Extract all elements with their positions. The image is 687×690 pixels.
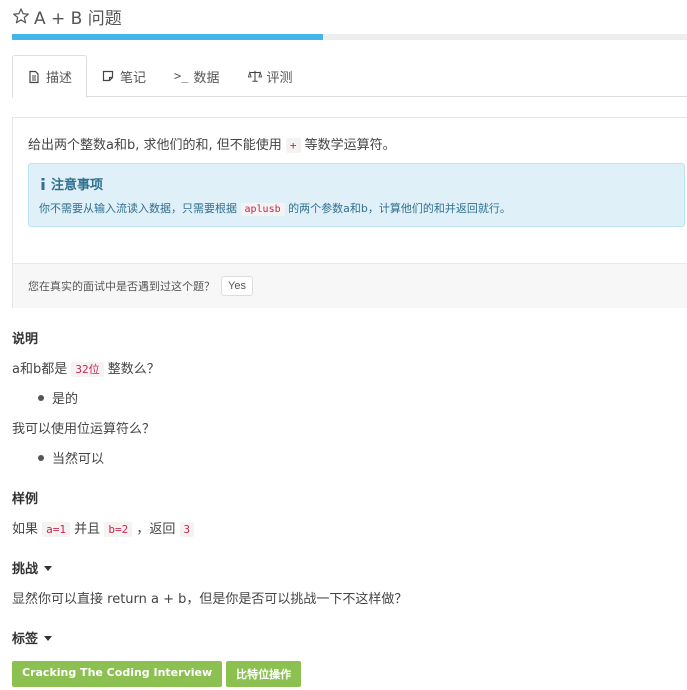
bullet-icon <box>38 454 44 461</box>
note-icon <box>102 70 114 82</box>
tab-data[interactable]: >_ 数据 <box>160 55 233 97</box>
explanation-a2: 当然可以 <box>38 448 104 467</box>
operator-code: + <box>285 138 301 153</box>
section-heading: 样例 <box>12 492 39 507</box>
text: 整数么？ <box>107 362 160 377</box>
tab-label: 描述 <box>46 71 73 86</box>
progress-fill <box>12 34 323 40</box>
problem-title: A + B 问题 <box>34 8 122 29</box>
terminal-icon: >_ <box>174 69 189 83</box>
document-icon <box>29 70 39 83</box>
tab-bar: 描述 笔记 >_ 数据 评测 <box>12 55 687 98</box>
explanation-q2: 我可以使用位运算符么？ <box>12 422 156 437</box>
text: 如果 <box>12 522 39 537</box>
text: 当然可以 <box>52 452 105 467</box>
text: a和b都是 <box>12 362 68 377</box>
notice-title: 注意事项 <box>39 174 103 193</box>
section-heading: 说明 <box>12 332 39 347</box>
tab-label: 评测 <box>266 70 293 86</box>
page-header: A + B 问题 <box>12 4 122 29</box>
notice-body: 你不需要从输入流读入数据，只需要根据 aplusb 的两个参数a和b，计算他们的… <box>39 200 511 216</box>
statement-text: 给出两个整数a和b, 求他们的和, 但不能使用 <box>28 138 282 153</box>
interview-question: 您在真实的面试中是否遇到过这个题？ <box>28 280 215 293</box>
scale-icon <box>247 70 262 82</box>
interview-prompt: 您在真实的面试中是否遇到过这个题？ Yes <box>13 263 687 308</box>
caret-down-icon <box>44 566 53 571</box>
explanation-q1: a和b都是 32位 整数么？ <box>12 358 160 377</box>
challenge-toggle[interactable]: 挑战 <box>12 558 53 577</box>
info-icon <box>41 177 45 190</box>
tab-description[interactable]: 描述 <box>12 55 88 98</box>
tag-list: Cracking The Coding Interview 比特位操作 <box>12 661 302 687</box>
notice-text: 的两个参数a和b，计算他们的和并返回就行。 <box>288 202 511 215</box>
bullet-icon <box>38 394 44 401</box>
caret-down-icon <box>44 636 53 641</box>
statement-text: 等数学运算符。 <box>304 138 396 153</box>
problem-statement: 给出两个整数a和b, 求他们的和, 但不能使用 + 等数学运算符。 <box>28 134 396 153</box>
text: ，返回 <box>136 522 176 537</box>
text: 是的 <box>52 392 79 407</box>
explanation-title: 说明 <box>12 328 38 347</box>
function-name-code: aplusb <box>240 203 285 216</box>
example-title: 样例 <box>12 488 38 507</box>
progress-bar <box>12 34 687 40</box>
description-panel: 给出两个整数a和b, 求他们的和, 但不能使用 + 等数学运算符。 注意事项 你… <box>12 117 687 308</box>
tab-label: 笔记 <box>120 70 147 86</box>
explanation-a1: 是的 <box>38 388 78 407</box>
notice-box: 注意事项 你不需要从输入流读入数据，只需要根据 aplusb 的两个参数a和b，… <box>28 163 685 227</box>
tags-toggle[interactable]: 标签 <box>12 628 53 647</box>
section-heading: 挑战 <box>12 562 39 577</box>
example-line: 如果 a=1 并且 b=2 ，返回 3 <box>12 518 195 537</box>
bits-code: 32位 <box>71 362 104 377</box>
section-heading: 标签 <box>12 632 39 647</box>
yes-button[interactable]: Yes <box>221 276 253 296</box>
text: 并且 <box>74 522 101 537</box>
tab-judge[interactable]: 评测 <box>234 55 307 97</box>
example-code-a: a=1 <box>42 522 71 537</box>
tab-label: 数据 <box>193 70 220 86</box>
star-icon[interactable] <box>12 7 30 25</box>
notice-title-text: 注意事项 <box>51 178 104 193</box>
example-code-result: 3 <box>179 522 195 537</box>
tab-notes[interactable]: 笔记 <box>87 55 160 97</box>
challenge-text: 显然你可以直接 return a + b，但是你是否可以挑战一下不这样做？ <box>12 592 408 607</box>
example-code-b: b=2 <box>104 522 133 537</box>
tag-cracking-the-coding-interview[interactable]: Cracking The Coding Interview <box>12 661 223 687</box>
tag-bit-manipulation[interactable]: 比特位操作 <box>226 661 302 687</box>
notice-text: 你不需要从输入流读入数据，只需要根据 <box>39 202 237 215</box>
